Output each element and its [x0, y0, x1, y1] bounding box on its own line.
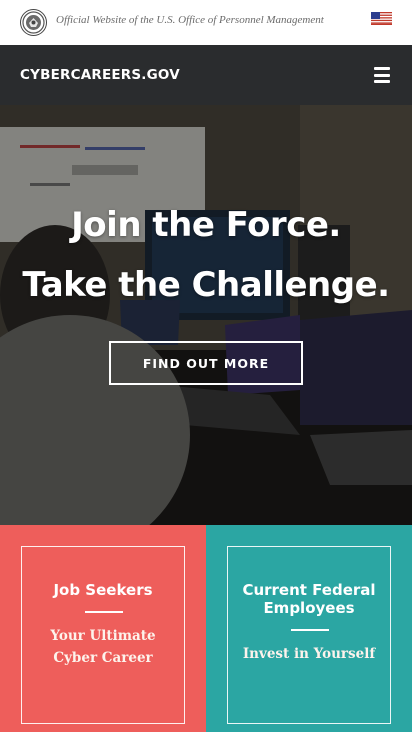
us-flag-icon: [371, 12, 392, 25]
job-seekers-link[interactable]: Job Seekers Your Ultimate Cyber Career: [21, 546, 185, 724]
card-divider: [85, 611, 123, 613]
card-subtitle: Invest in Yourself: [242, 646, 376, 662]
card-title-line2: Employees: [263, 599, 355, 617]
hero-banner: Join the Force. Take the Challenge. FIND…: [0, 105, 412, 525]
site-header: CYBERCAREERS.GOV: [0, 45, 412, 105]
find-out-more-button[interactable]: FIND OUT MORE: [109, 341, 303, 385]
federal-employees-card: Current Federal Employees Invest in Your…: [206, 525, 412, 732]
card-divider: [291, 629, 329, 631]
job-seekers-card: Job Seekers Your Ultimate Cyber Career: [0, 525, 206, 732]
card-title-line1: Current Federal: [242, 581, 376, 599]
opm-seal-icon: [20, 9, 47, 36]
card-title: Job Seekers: [53, 581, 153, 599]
hamburger-menu-icon[interactable]: [374, 67, 390, 83]
official-banner: Official Website of the U.S. Office of P…: [0, 0, 412, 45]
card-subtitle-line1: Your Ultimate: [50, 628, 156, 644]
card-subtitle-line2: Cyber Career: [53, 650, 153, 666]
hero-heading-line1: Join the Force.: [71, 205, 341, 245]
official-website-text: Official Website of the U.S. Office of P…: [56, 14, 324, 26]
federal-employees-link[interactable]: Current Federal Employees Invest in Your…: [227, 546, 391, 724]
site-title-link[interactable]: CYBERCAREERS.GOV: [20, 67, 180, 83]
hero-heading-line2: Take the Challenge.: [22, 265, 390, 305]
